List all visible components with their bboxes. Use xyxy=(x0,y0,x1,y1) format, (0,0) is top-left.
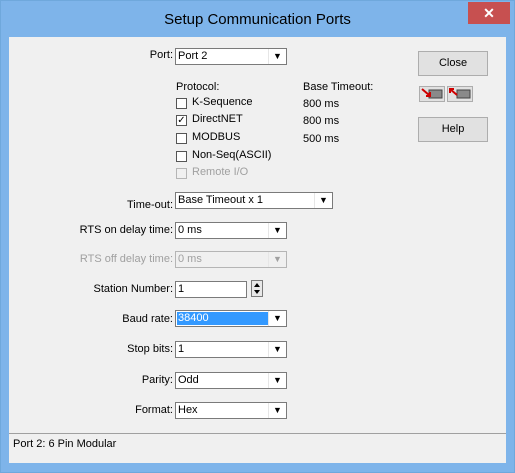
base-timeout-header: Base Timeout: xyxy=(303,81,374,93)
rts-on-delay-value: 0 ms xyxy=(178,224,202,236)
station-number-value: 1 xyxy=(178,283,185,295)
rts-off-delay-label: RTS off delay time: xyxy=(79,253,173,265)
rts-on-delay-select[interactable]: 0 ms ▼ xyxy=(175,222,287,239)
baud-rate-label: Baud rate: xyxy=(122,313,173,325)
directnet-timeout: 800 ms xyxy=(303,115,340,127)
rts-off-delay-select: 0 ms ▼ xyxy=(175,251,287,268)
chevron-down-icon: ▼ xyxy=(268,252,286,267)
k-sequence-label: K-Sequence xyxy=(192,96,253,108)
remote-io-checkbox xyxy=(176,168,187,179)
status-text: Port 2: 6 Pin Modular xyxy=(13,438,117,450)
chevron-down-icon: ▼ xyxy=(268,373,286,388)
station-number-spinner[interactable] xyxy=(251,280,263,297)
chevron-down-icon: ▼ xyxy=(268,403,286,418)
modbus-label: MODBUS xyxy=(192,131,241,143)
k-sequence-timeout: 800 ms xyxy=(303,98,340,110)
write-to-plc-icon xyxy=(449,88,471,99)
close-icon: ✕ xyxy=(483,5,495,21)
stop-bits-select[interactable]: 1 ▼ xyxy=(175,341,287,358)
read-from-plc-button[interactable] xyxy=(419,86,445,102)
chevron-down-icon: ▼ xyxy=(314,193,332,208)
write-to-plc-button[interactable] xyxy=(447,86,473,102)
timeout-value: Base Timeout x 1 xyxy=(178,194,263,206)
chevron-down-icon: ▼ xyxy=(268,49,286,64)
station-number-label: Station Number: xyxy=(93,283,173,295)
non-seq-ascii-checkbox[interactable] xyxy=(176,151,187,162)
k-sequence-checkbox[interactable] xyxy=(176,98,187,109)
directnet-checkbox[interactable]: ✓ xyxy=(176,115,187,126)
dialog-window: Setup Communication Ports ✕ Port: Port 2… xyxy=(0,0,515,473)
status-bar: Port 2: 6 Pin Modular xyxy=(9,433,506,455)
timeout-select[interactable]: Base Timeout x 1 ▼ xyxy=(175,192,333,209)
stop-bits-label: Stop bits: xyxy=(127,343,173,355)
format-select[interactable]: Hex ▼ xyxy=(175,402,287,419)
protocol-header: Protocol: xyxy=(176,81,220,93)
read-from-plc-icon xyxy=(421,88,443,99)
modbus-timeout: 500 ms xyxy=(303,133,340,145)
rts-on-delay-label: RTS on delay time: xyxy=(79,224,173,236)
rts-off-delay-value: 0 ms xyxy=(178,253,202,265)
station-number-input[interactable]: 1 xyxy=(175,281,247,298)
close-button[interactable]: Close xyxy=(418,51,488,76)
chevron-down-icon: ▼ xyxy=(268,342,286,357)
directnet-label: DirectNET xyxy=(192,113,243,125)
help-button[interactable]: Help xyxy=(418,117,488,142)
close-window-button[interactable]: ✕ xyxy=(468,2,510,24)
baud-rate-value: 38400 xyxy=(178,312,209,324)
parity-value: Odd xyxy=(178,374,199,386)
chevron-down-icon: ▼ xyxy=(268,223,286,238)
port-select[interactable]: Port 2 ▼ xyxy=(175,48,287,65)
baud-rate-select[interactable]: 38400 ▼ xyxy=(175,310,287,327)
format-value: Hex xyxy=(178,404,198,416)
stop-bits-value: 1 xyxy=(178,343,185,355)
modbus-checkbox[interactable] xyxy=(176,133,187,144)
format-label: Format: xyxy=(135,404,173,416)
title-bar[interactable]: Setup Communication Ports ✕ xyxy=(1,1,514,37)
non-seq-ascii-label: Non-Seq(ASCII) xyxy=(192,149,272,161)
dialog-body: Port: Port 2 ▼ Close Help Protocol: Base… xyxy=(9,37,506,463)
timeout-label: Time-out: xyxy=(126,199,173,211)
remote-io-label: Remote I/O xyxy=(192,166,249,178)
port-value: Port 2 xyxy=(178,50,208,62)
chevron-down-icon: ▼ xyxy=(268,311,286,326)
spin-updown-icon xyxy=(251,280,263,297)
parity-select[interactable]: Odd ▼ xyxy=(175,372,287,389)
dialog-title: Setup Communication Ports xyxy=(164,11,351,28)
parity-label: Parity: xyxy=(141,374,173,386)
port-label: Port: xyxy=(149,49,173,61)
